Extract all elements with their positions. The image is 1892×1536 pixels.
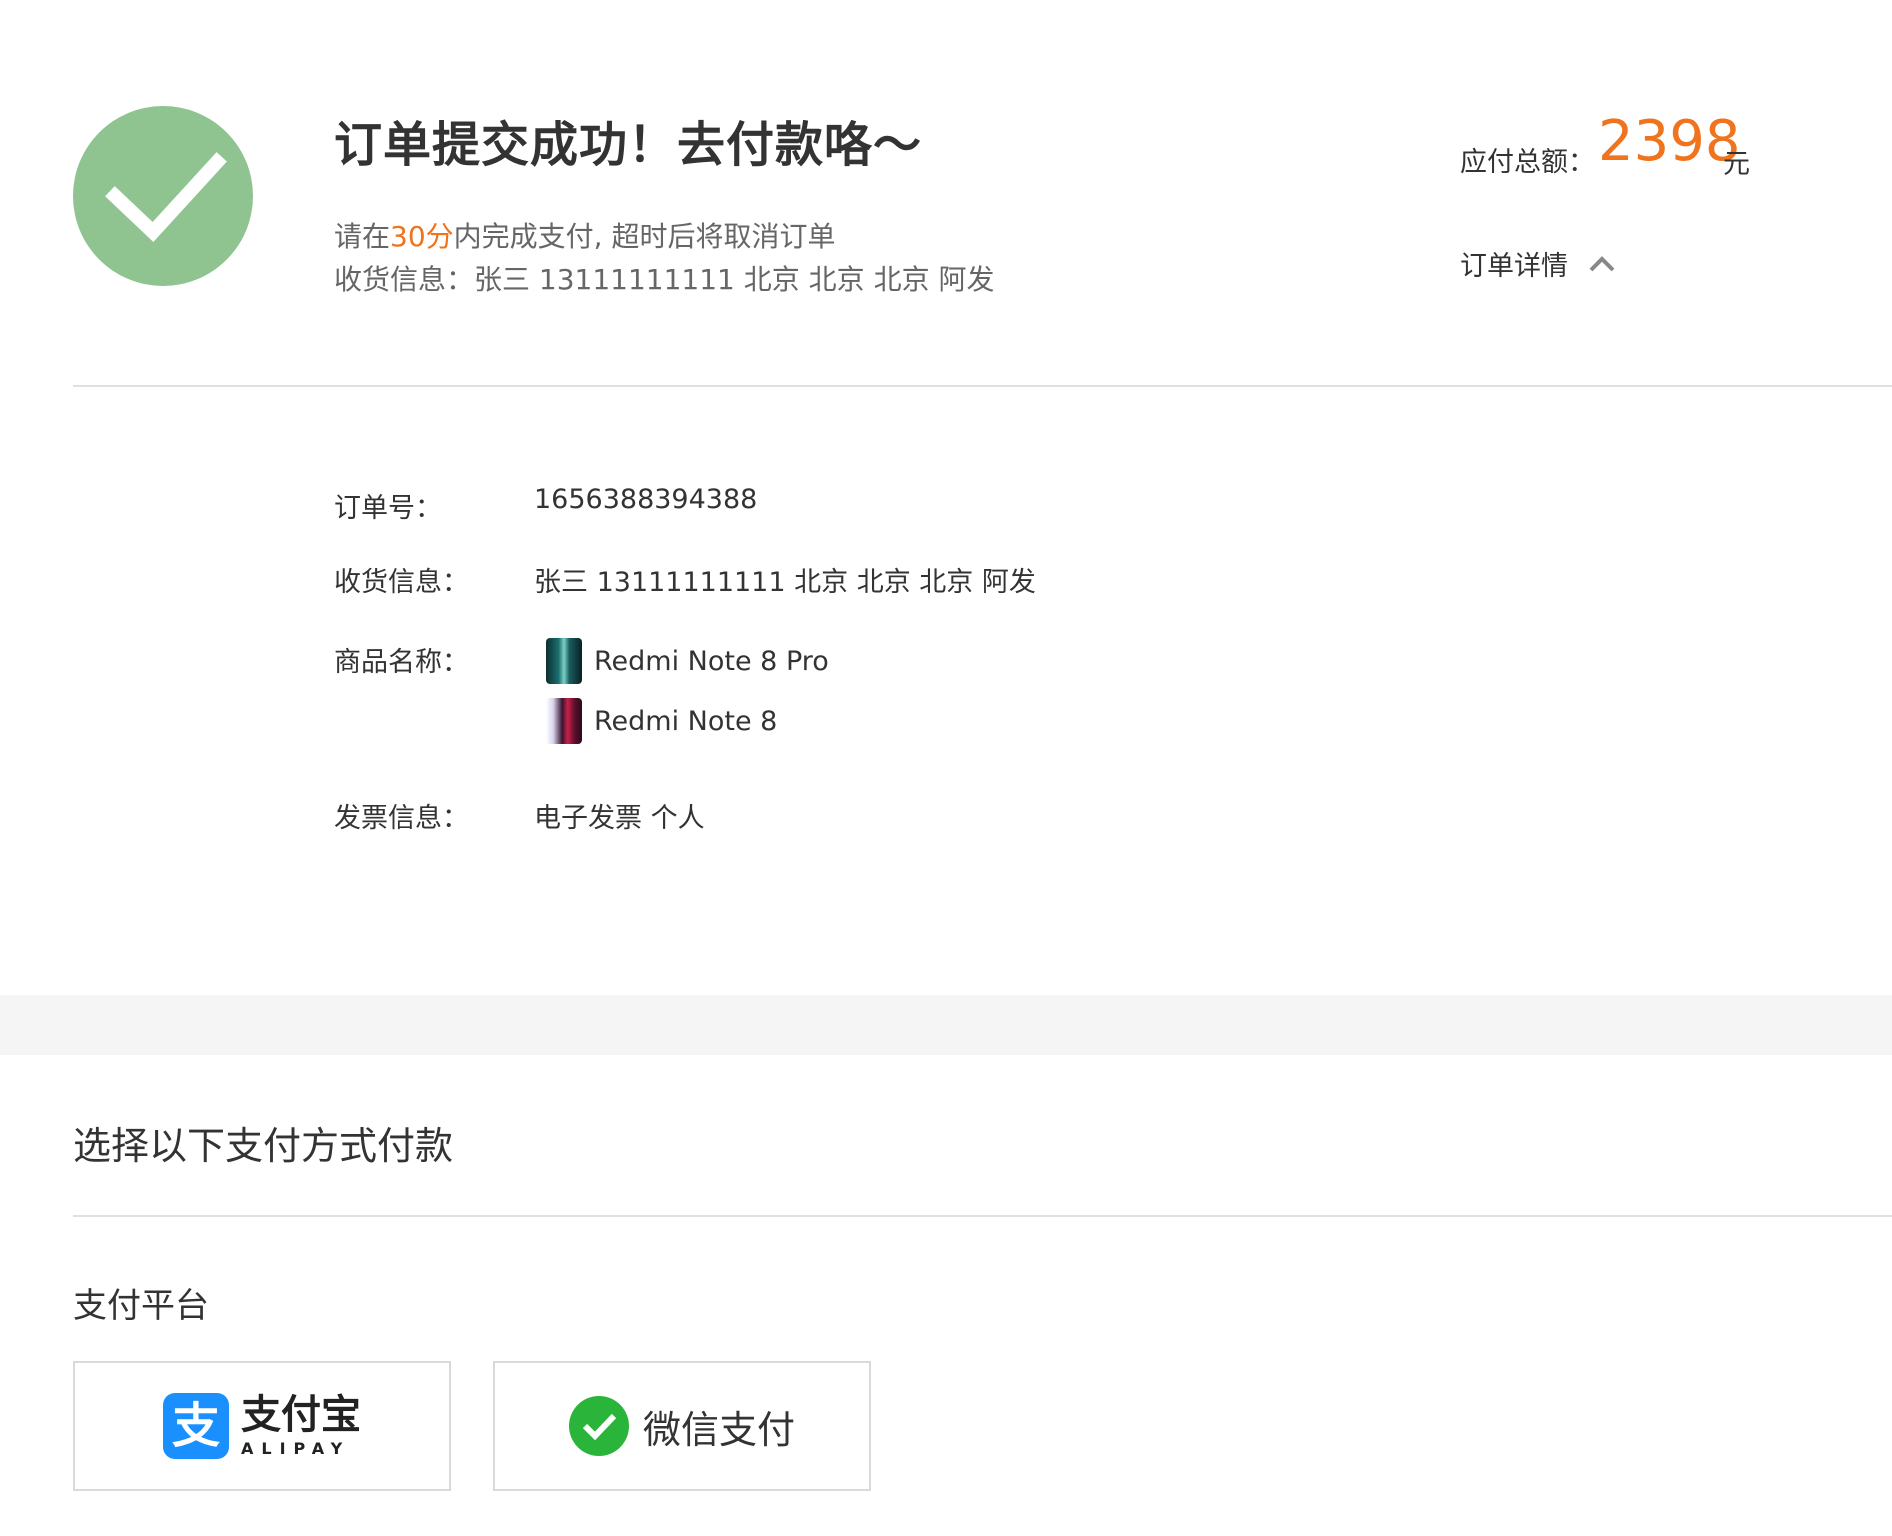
detail-shipping-value: 张三 13111111111 北京 北京 北京 阿发 xyxy=(534,567,1036,598)
success-check-icon xyxy=(73,106,253,286)
total-label: 应付总额： xyxy=(1460,147,1595,178)
alipay-en-label: ALIPAY xyxy=(241,1438,351,1458)
product-item: Redmi Note 8 Pro xyxy=(546,637,829,685)
chevron-up-icon xyxy=(1589,255,1615,271)
header-divider xyxy=(73,385,1892,387)
wechat-pay-label: 微信支付 xyxy=(642,1407,795,1452)
order-no-label: 订单号： xyxy=(334,493,442,524)
page-title: 订单提交成功！去付款咯～ xyxy=(334,117,923,173)
wechat-pay-button[interactable]: 微信支付 xyxy=(493,1361,871,1491)
alipay-icon: 支 xyxy=(163,1393,229,1459)
total-unit: 元 xyxy=(1723,149,1750,180)
order-detail-label: 订单详情 xyxy=(1460,251,1568,282)
product-thumbnail xyxy=(546,638,582,684)
alipay-button[interactable]: 支 支付宝 ALIPAY xyxy=(73,1361,451,1491)
invoice-label: 发票信息： xyxy=(334,803,469,834)
wechat-pay-icon xyxy=(568,1396,629,1456)
platform-title: 支付平台 xyxy=(73,1286,209,1326)
order-no-value: 1656388394388 xyxy=(534,484,758,515)
product-thumbnail xyxy=(546,698,582,744)
payment-section-title: 选择以下支付方式付款 xyxy=(73,1124,454,1168)
alipay-logo-text: 支付宝 ALIPAY xyxy=(241,1395,361,1458)
notice-time: 30分 xyxy=(390,220,454,253)
product-label: 商品名称： xyxy=(334,647,469,678)
notice-suffix: 内完成支付, 超时后将取消订单 xyxy=(453,220,836,253)
alipay-icon-glyph: 支 xyxy=(171,1398,220,1454)
alipay-cn-label: 支付宝 xyxy=(241,1391,361,1438)
product-item: Redmi Note 8 xyxy=(546,697,777,745)
total-amount: 2398 xyxy=(1598,109,1741,174)
header-shipping-value: 张三 13111111111 北京 北京 北京 阿发 xyxy=(474,263,995,296)
invoice-value: 电子发票 个人 xyxy=(534,803,705,834)
product-name: Redmi Note 8 xyxy=(594,705,778,737)
payment-divider xyxy=(73,1215,1892,1217)
header-shipping-label: 收货信息： xyxy=(334,263,475,296)
order-detail-toggle[interactable]: 订单详情 xyxy=(1460,244,1616,283)
section-separator xyxy=(0,995,1892,1055)
product-name: Redmi Note 8 Pro xyxy=(594,645,829,677)
header-shipping-info: 收货信息：张三 13111111111 北京 北京 北京 阿发 xyxy=(334,258,994,298)
payment-deadline-notice: 请在30分内完成支付, 超时后将取消订单 xyxy=(334,215,835,255)
detail-shipping-label: 收货信息： xyxy=(334,567,469,598)
notice-prefix: 请在 xyxy=(334,220,391,253)
